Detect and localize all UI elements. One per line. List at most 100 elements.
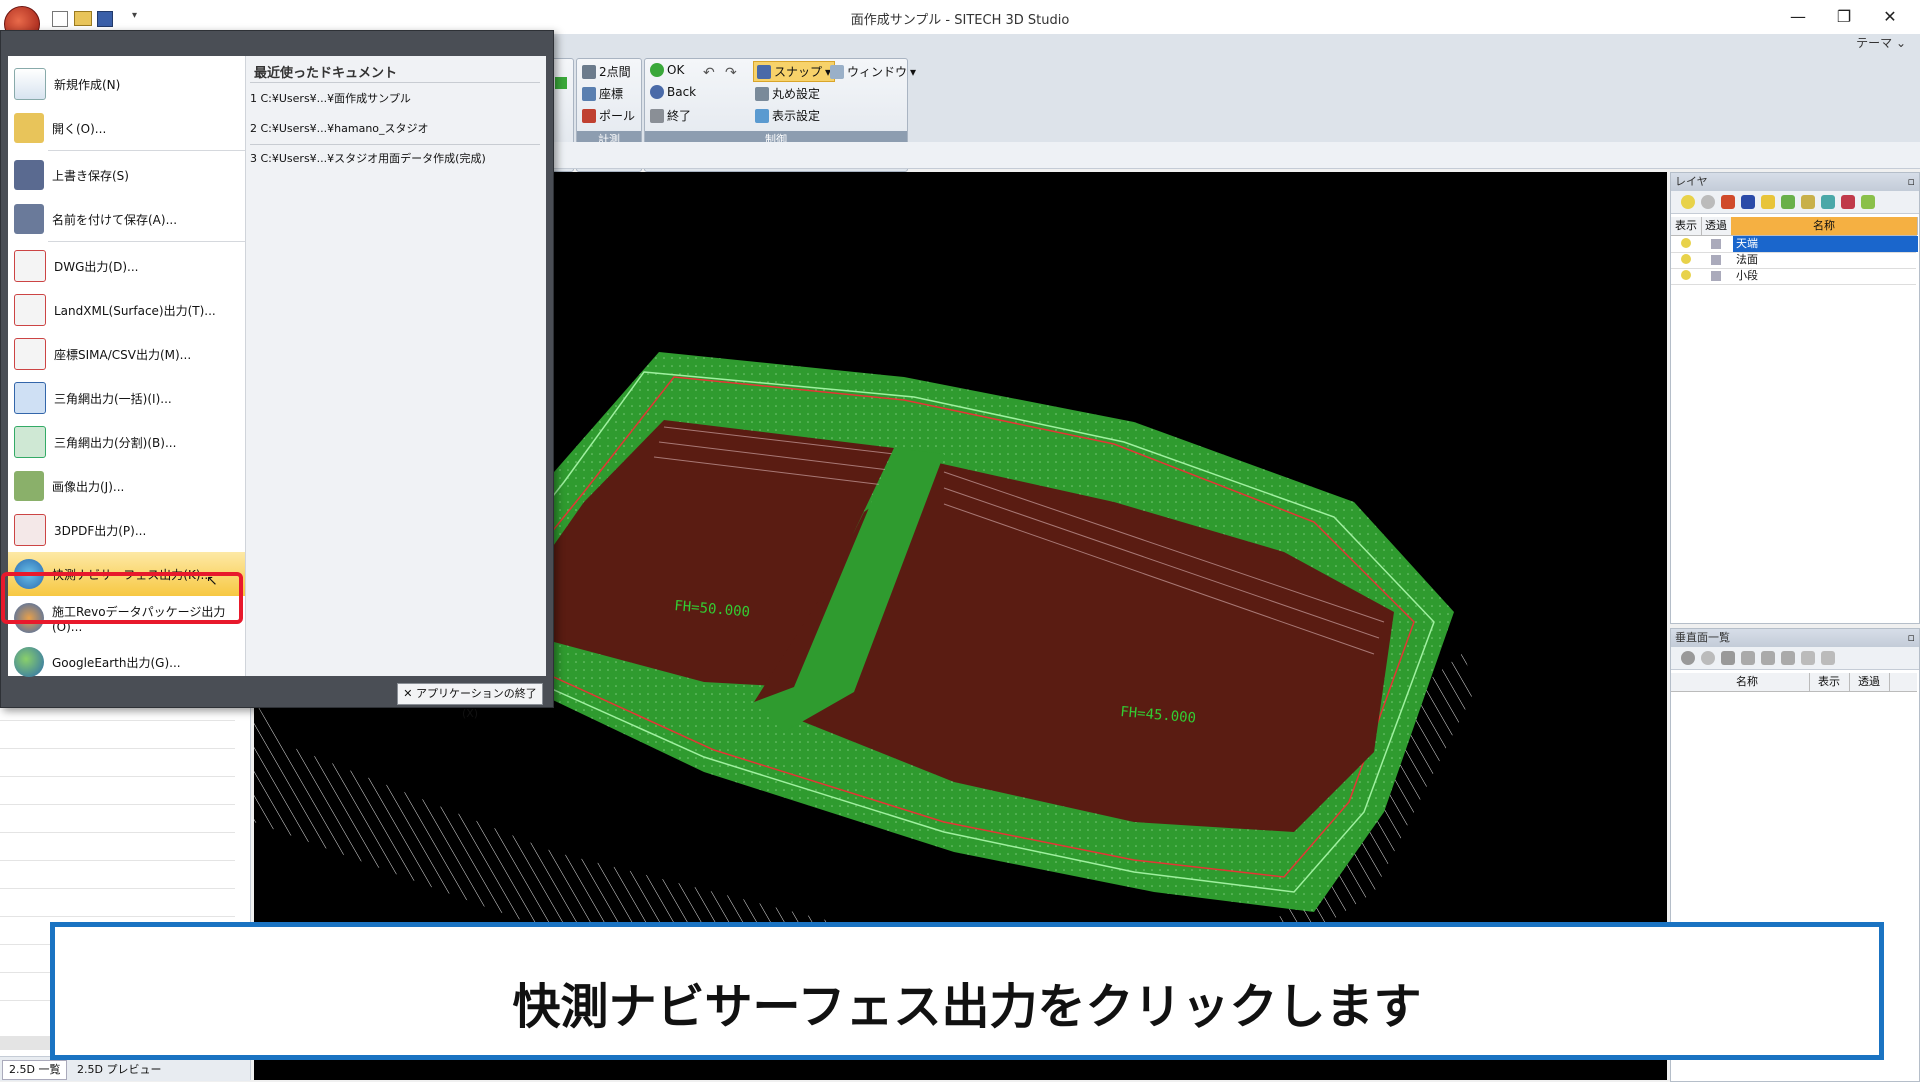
round-setting-button[interactable]: 丸め設定 bbox=[755, 85, 820, 102]
layer-add-icon[interactable] bbox=[1721, 195, 1735, 209]
sima-icon bbox=[14, 338, 46, 370]
back-arrow-icon bbox=[650, 85, 664, 99]
display-setting-button[interactable]: 表示設定 bbox=[755, 107, 820, 124]
move-down-icon[interactable] bbox=[1821, 651, 1835, 665]
col-name[interactable]: 名称 bbox=[1685, 673, 1810, 691]
menu-separator bbox=[48, 150, 245, 151]
visible-bulb-icon[interactable] bbox=[1681, 238, 1691, 248]
restore-button[interactable]: ❐ bbox=[1821, 4, 1867, 30]
visible-bulb-icon[interactable] bbox=[1681, 270, 1691, 280]
menu-3dpdf-export[interactable]: 3DPDF出力(P)... bbox=[8, 508, 245, 552]
layer-panel-title: レイヤ ▫ bbox=[1671, 173, 1919, 191]
measure-pole-button[interactable]: ポール bbox=[582, 107, 635, 124]
layer-row[interactable]: 天端 bbox=[1671, 236, 1918, 253]
recent-documents-title: 最近使ったドキュメント bbox=[254, 66, 398, 81]
pdf-icon bbox=[14, 514, 46, 546]
layer-toolbar bbox=[1671, 191, 1919, 214]
layer-name: 法面 bbox=[1736, 253, 1758, 266]
save-as-icon bbox=[14, 204, 44, 234]
window-icon bbox=[830, 64, 844, 79]
new-document-icon bbox=[14, 68, 46, 100]
col-transparent[interactable]: 透過 bbox=[1701, 217, 1732, 235]
tutorial-caption-text: 快測ナビサーフェス出力をクリックします bbox=[512, 979, 1422, 1035]
undo-icon[interactable]: ↶ bbox=[703, 65, 715, 81]
arrow-icon bbox=[555, 77, 567, 89]
recent-document-item[interactable]: 2 C:¥Users¥...¥hamano_スタジオ bbox=[250, 120, 429, 136]
layer-tool-icon[interactable] bbox=[1861, 195, 1875, 209]
menu-triangle-split-export[interactable]: 三角網出力(分割)(B)... bbox=[8, 420, 245, 464]
measure-two-point-button[interactable]: 2点間 bbox=[582, 63, 631, 80]
end-icon bbox=[650, 108, 664, 123]
section-merge-icon[interactable] bbox=[1761, 651, 1775, 665]
section-table-header: 名称 表示 透過 bbox=[1671, 673, 1917, 692]
move-up-icon[interactable] bbox=[1801, 651, 1815, 665]
minimize-button[interactable]: — bbox=[1775, 4, 1821, 30]
round-icon bbox=[755, 86, 769, 101]
menu-sima-export[interactable]: 座標SIMA/CSV出力(M)... bbox=[8, 332, 245, 376]
layer-delete-icon[interactable] bbox=[1841, 195, 1855, 209]
visible-bulb-icon[interactable] bbox=[1681, 254, 1691, 264]
layer-edit-icon[interactable] bbox=[1821, 195, 1835, 209]
close-button[interactable]: ✕ bbox=[1867, 4, 1913, 30]
col-display[interactable]: 表示 bbox=[1809, 673, 1850, 691]
menu-landxml-export[interactable]: LandXML(Surface)出力(T)... bbox=[8, 288, 245, 332]
window-title: 面作成サンプル - SITECH 3D Studio bbox=[850, 13, 1070, 28]
triangle-split-icon bbox=[14, 426, 46, 458]
layer-table-header: 表示 透過 名称 bbox=[1671, 217, 1918, 236]
back-button[interactable]: Back bbox=[650, 85, 696, 99]
pole-icon bbox=[582, 108, 596, 123]
menu-save-as[interactable]: 名前を付けて保存(A)... bbox=[8, 197, 245, 241]
layer-panel: レイヤ ▫ 表示 透過 名称 天端 法面 小段 bbox=[1670, 172, 1920, 624]
measure-coordinate-button[interactable]: 座標 bbox=[582, 85, 623, 102]
menu-dwg-export[interactable]: DWG出力(D)... bbox=[8, 244, 245, 288]
section-add-icon[interactable] bbox=[1721, 651, 1735, 665]
display-icon bbox=[755, 108, 769, 123]
theme-menu[interactable]: テーマ ⌄ bbox=[1856, 34, 1906, 51]
menu-triangle-all-export[interactable]: 三角網出力(一括)(I)... bbox=[8, 376, 245, 420]
menu-separator bbox=[48, 241, 245, 242]
redo-icon[interactable]: ↷ bbox=[725, 65, 737, 81]
tab-2-5d-preview[interactable]: 2.5D プレビュー bbox=[70, 1060, 169, 1080]
triangle-mesh-icon bbox=[14, 382, 46, 414]
coordinate-icon bbox=[582, 86, 596, 101]
col-transparent[interactable]: 透過 bbox=[1849, 673, 1890, 691]
layer-name: 小段 bbox=[1736, 269, 1758, 282]
recent-document-item[interactable]: 1 C:¥Users¥...¥面作成サンプル bbox=[250, 90, 411, 106]
file-menu: 新規作成(N) 開く(O)... 上書き保存(S) 名前を付けて保存(A)...… bbox=[0, 30, 554, 720]
recent-documents-pane: 最近使ったドキュメント 1 C:¥Users¥...¥面作成サンプル 2 C:¥… bbox=[245, 56, 546, 676]
bulb-on-icon[interactable] bbox=[1681, 651, 1695, 665]
layer-row[interactable]: 小段 bbox=[1671, 268, 1916, 285]
layer-merge-icon[interactable] bbox=[1761, 195, 1775, 209]
transparent-icon[interactable] bbox=[1711, 239, 1721, 249]
snap-button[interactable]: スナップ ▾ bbox=[753, 61, 836, 82]
layer-copy-icon[interactable] bbox=[1741, 195, 1755, 209]
window-button[interactable]: ウィンドウ ▾ bbox=[830, 63, 916, 80]
menu-open[interactable]: 開く(O)... bbox=[8, 106, 245, 150]
bulb-off-icon[interactable] bbox=[1701, 195, 1715, 209]
bulb-on-icon[interactable] bbox=[1681, 195, 1695, 209]
menu-save[interactable]: 上書き保存(S) bbox=[8, 153, 245, 197]
exit-application-button[interactable]: ✕ アプリケーションの終了(X) bbox=[397, 683, 543, 720]
bulb-off-icon[interactable] bbox=[1701, 651, 1715, 665]
section-panel-title: 垂直面一覧 ▫ bbox=[1671, 629, 1919, 647]
section-copy-icon[interactable] bbox=[1741, 651, 1755, 665]
layer-up-icon[interactable] bbox=[1781, 195, 1795, 209]
ok-button[interactable]: OK bbox=[650, 63, 684, 77]
fit-icon[interactable] bbox=[1781, 651, 1795, 665]
tutorial-caption-box: 快測ナビサーフェス出力をクリックします bbox=[50, 922, 1884, 1060]
col-name[interactable]: 名称 bbox=[1731, 217, 1918, 235]
transparent-icon[interactable] bbox=[1711, 271, 1721, 281]
menu-new[interactable]: 新規作成(N) bbox=[8, 62, 245, 106]
col-display[interactable]: 表示 bbox=[1671, 217, 1702, 235]
tab-2-5d-list[interactable]: 2.5D 一覧 bbox=[2, 1060, 68, 1080]
menu-image-export[interactable]: 画像出力(J)... bbox=[8, 464, 245, 508]
menu-google-earth-export[interactable]: GoogleEarth出力(G)... bbox=[8, 640, 245, 684]
save-icon bbox=[14, 160, 44, 190]
layer-down-icon[interactable] bbox=[1801, 195, 1815, 209]
recent-title-divider bbox=[250, 82, 540, 83]
section-toolbar bbox=[1671, 647, 1919, 670]
transparent-icon[interactable] bbox=[1711, 255, 1721, 265]
layer-row[interactable]: 法面 bbox=[1671, 252, 1916, 269]
end-button[interactable]: 終了 bbox=[650, 107, 691, 124]
recent-document-item[interactable]: 3 C:¥Users¥...¥スタジオ用面データ作成(完成) bbox=[250, 150, 486, 166]
